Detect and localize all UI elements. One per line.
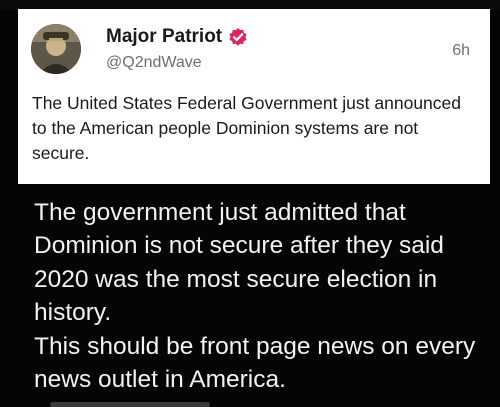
verified-badge-icon: [228, 27, 248, 47]
avatar[interactable]: [31, 24, 81, 74]
display-name-text: Major Patriot: [106, 26, 223, 47]
avatar-image: [31, 24, 81, 74]
cropped-element-hint: [50, 402, 210, 407]
tweet-text: The United States Federal Government jus…: [32, 93, 461, 163]
caption-text: The government just admitted that Domini…: [34, 196, 484, 396]
tweet-card[interactable]: Major Patriot @Q2ndWave 6h The United St…: [18, 9, 490, 184]
tweet-timestamp[interactable]: 6h: [452, 42, 470, 60]
top-strip: [0, 0, 500, 9]
user-handle[interactable]: @Q2ndWave: [106, 54, 202, 72]
display-name[interactable]: Major Patriot: [106, 26, 248, 48]
screenshot-frame: Major Patriot @Q2ndWave 6h The United St…: [0, 0, 500, 407]
caption-body: The government just admitted that Domini…: [34, 199, 476, 394]
